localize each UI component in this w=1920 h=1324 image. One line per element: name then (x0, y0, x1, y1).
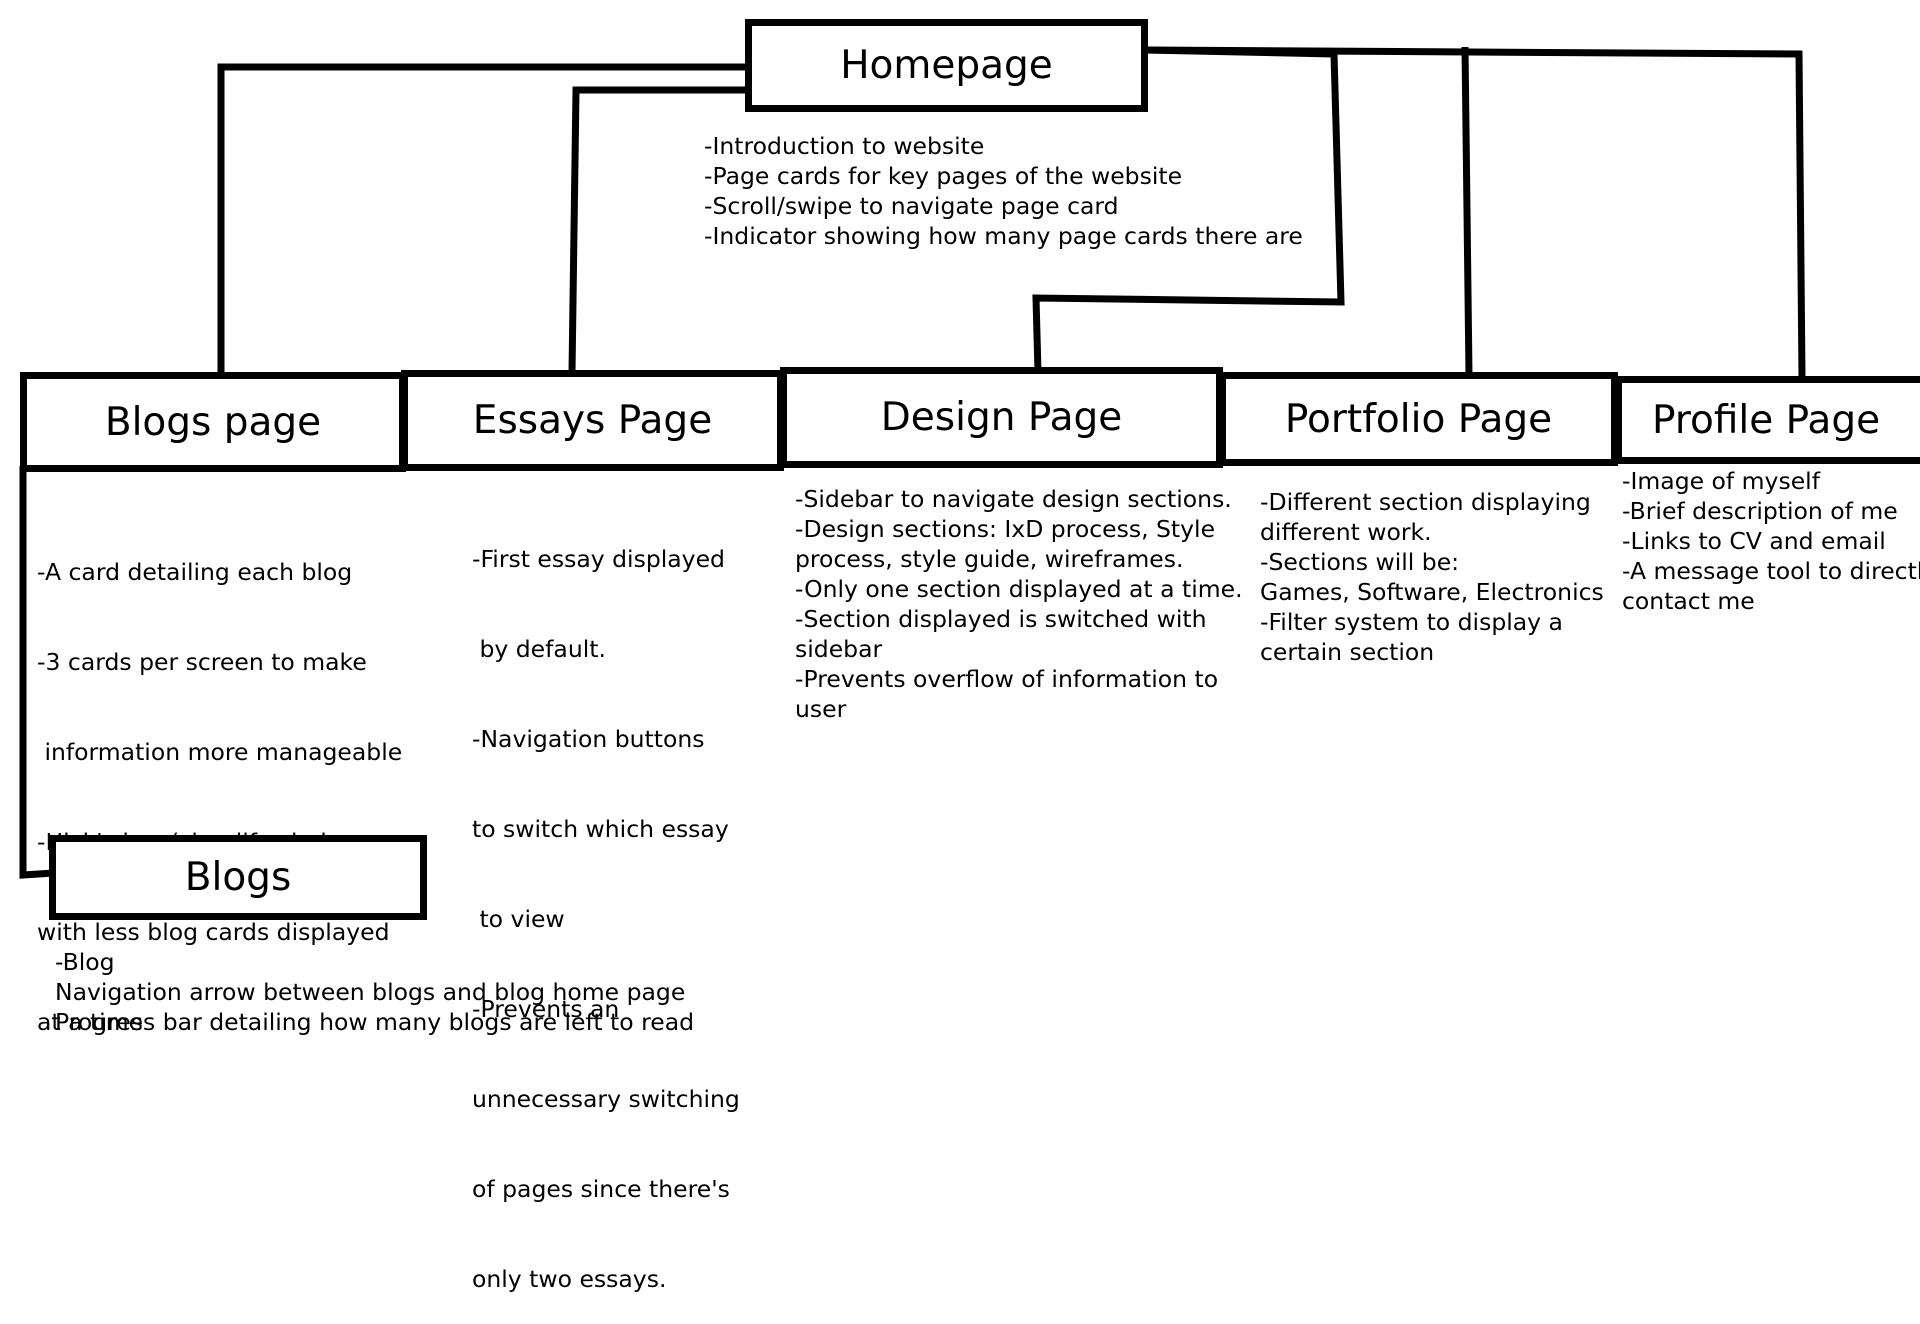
essays-page-note: -Navigation buttons (472, 725, 705, 753)
essays-page-note: -First essay displayed (472, 545, 725, 573)
portfolio-page-label: Portfolio Page (1284, 396, 1553, 442)
profile-page-node: Profile Page (1615, 376, 1920, 464)
blogs-label: Blogs (184, 855, 292, 900)
blogs-page-label: Blogs page (104, 399, 322, 445)
profile-page-note: -A message tool to directly (1622, 557, 1920, 585)
profile-page-note: -Links to CV and email (1622, 527, 1886, 555)
homepage-note: -Introduction to website (704, 132, 985, 160)
design-page-note: -Only one section displayed at a time. (795, 575, 1243, 603)
essays-page-note: by default. (472, 635, 606, 663)
portfolio-page-note: -Different section displaying (1260, 488, 1591, 516)
essays-page-note: unnecessary switching (472, 1085, 740, 1113)
essays-page-note: only two essays. (472, 1265, 667, 1293)
blogs-page-note: -A card detailing each blog (37, 558, 353, 586)
connector-homepage-to-portfolio-page (1461, 46, 1473, 376)
portfolio-page-note: certain section (1260, 638, 1435, 666)
design-page-note: -Prevents overflow of information to (795, 665, 1219, 693)
blogs-page-note: -3 cards per screen to make (37, 648, 367, 676)
homepage-note: -Page cards for key pages of the website (704, 162, 1183, 190)
portfolio-page-note: -Filter system to display a (1260, 608, 1563, 636)
design-page-note: -Section displayed is switched with (795, 605, 1207, 633)
design-page-label: Design Page (880, 395, 1123, 440)
profile-page-note: -Brief description of me (1622, 497, 1898, 525)
blogs-note: -Blog (55, 948, 115, 976)
homepage-notes: -Introduction to website -Page cards for… (704, 131, 1303, 251)
profile-page-note: -Image of myself (1622, 467, 1820, 495)
essays-page-note: of pages since there's (472, 1175, 730, 1203)
portfolio-page-note: different work. (1260, 518, 1432, 546)
design-page-note: -Design sections: IxD process, Style (795, 515, 1216, 543)
essays-page-note: to view (472, 905, 565, 933)
design-page-note: user (795, 695, 847, 723)
homepage-label: Homepage (840, 43, 1053, 88)
blogs-page-node: Blogs page (20, 372, 406, 472)
homepage-note: -Indicator showing how many page cards t… (704, 222, 1303, 250)
homepage-note: -Scroll/swipe to navigate page card (704, 192, 1119, 220)
blogs-page-note: information more manageable (37, 738, 403, 766)
profile-page-label: Profile Page (1652, 397, 1881, 443)
blogs-notes: -Blog Navigation arrow between blogs and… (55, 947, 694, 1037)
essays-page-label: Essays Page (472, 398, 713, 443)
design-page-notes: -Sidebar to navigate design sections. -D… (795, 484, 1243, 724)
portfolio-page-node: Portfolio Page (1219, 372, 1618, 466)
blogs-note: Navigation arrow between blogs and blog … (55, 978, 686, 1006)
connector-homepage-to-blogs-page (217, 63, 749, 375)
essays-page-node: Essays Page (401, 370, 784, 471)
portfolio-page-note: -Sections will be: (1260, 548, 1460, 576)
portfolio-page-notes: -Different section displaying different … (1260, 487, 1604, 667)
profile-page-note: contact me (1622, 587, 1755, 615)
blogs-page-note: with less blog cards displayed (37, 918, 390, 946)
essays-page-notes: -First essay displayed by default. -Navi… (472, 484, 740, 1324)
blogs-node: Blogs (49, 835, 427, 920)
design-page-note: process, style guide, wireframes. (795, 545, 1184, 573)
essays-page-note: to switch which essay (472, 815, 729, 843)
blogs-note: Progress bar detailing how many blogs ar… (55, 1008, 695, 1036)
design-page-node: Design Page (780, 367, 1223, 468)
profile-page-notes: -Image of myself -Brief description of m… (1622, 466, 1920, 616)
design-page-note: -Sidebar to navigate design sections. (795, 485, 1232, 513)
design-page-note: sidebar (795, 635, 883, 663)
portfolio-page-note: Games, Software, Electronics (1260, 578, 1604, 606)
homepage-node: Homepage (745, 19, 1148, 112)
